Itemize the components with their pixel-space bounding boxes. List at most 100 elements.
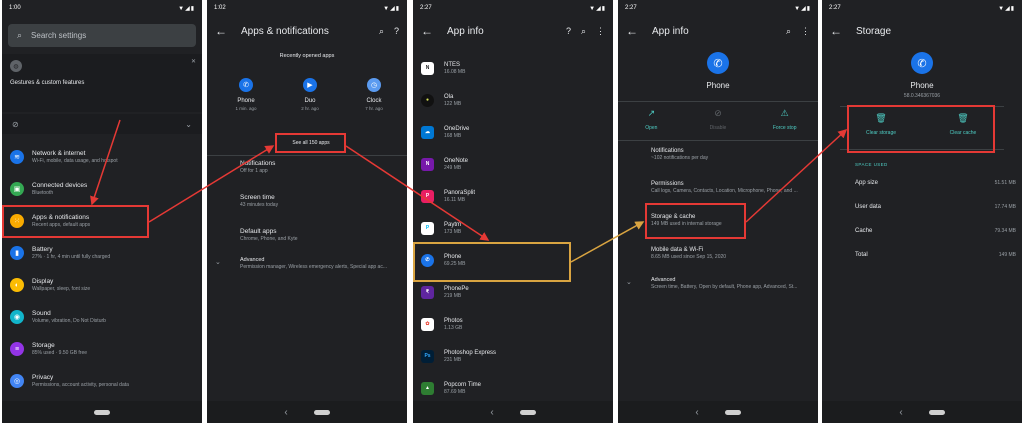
chevron-down-icon[interactable]: ⌄ [185,120,192,129]
search-settings-bar[interactable]: ⌕ Search settings [8,24,196,47]
highlight-phone-app [413,242,571,282]
open-button[interactable]: ↗ Open [618,102,685,140]
advanced-title: Advanced [651,277,676,283]
settings-item[interactable]: ≋ Network & internet Wi-Fi, mobile, data u… [2,141,202,173]
help-icon[interactable]: ? [566,26,571,37]
recent-app-name: Phone [237,98,255,104]
app-name: Photos [444,317,463,324]
recent-app[interactable]: ▶ Duo 2 hr. ago [287,78,333,111]
settings-item-title: Connected devices [32,181,88,189]
app-icon: P [421,189,434,203]
installed-apps-list: N NTES 16.08 MB ● Ola 122 MB ☁ OneDrive 168 MB N O… [413,52,613,404]
search-icon[interactable]: ⌕ [379,26,384,37]
more-options-icon[interactable]: ⋮ [596,26,605,37]
back-arrow-icon[interactable]: ← [215,24,233,38]
advanced-row[interactable]: ⌄ Advanced Screen time, Battery, Open by… [626,276,814,291]
app-list-item[interactable]: N OneNote 249 MB [413,148,613,180]
home-handle[interactable] [724,409,741,415]
home-handle[interactable] [313,409,330,415]
app-name: Ola [444,93,454,100]
chevron-down-icon: ⌄ [215,259,221,266]
settings-item-title: Storage [32,341,55,349]
status-bar: 2:27 ▼◢▮ [822,0,1022,17]
status-bar: 2:27 ▼◢▮ [618,0,818,17]
app-icon: N [421,61,434,75]
nav-back-icon[interactable]: ‹ [490,407,493,418]
settings-item[interactable]: ◐ Display Wallpaper, sleep, font size [2,269,202,301]
sound-icon: ◉ [10,310,24,324]
recent-app[interactable]: ✆ Phone 1 min. ago [223,78,269,111]
page-title: Storage [856,25,892,37]
highlight-see-all-apps [275,133,346,153]
app-list-screen: 2:27 ▼◢▮ ← App info ? ⌕ ⋮ N NTES 16.08 MB ●… [413,0,613,423]
app-icon: ◷ [367,78,381,92]
list-item[interactable]: Screen time 43 minutes today [240,194,403,228]
advanced-title: Advanced [240,257,265,263]
list-item[interactable]: Notifications Off for 1 app [240,160,403,194]
home-handle[interactable] [928,409,945,415]
advanced-subtitle: Permission manager, Wireless emergency a… [240,264,388,270]
list-item-subtitle: 43 minutes today [240,202,279,208]
help-icon[interactable]: ? [394,26,399,37]
space-value: 17.74 MB [994,204,1016,210]
app-list-item[interactable]: ✿ Photos 1.13 GB [413,308,613,340]
force-stop-button[interactable]: ⚠ Force stop [751,102,818,140]
back-arrow-icon[interactable]: ← [421,24,439,38]
close-icon[interactable]: ✕ [191,58,196,65]
back-arrow-icon[interactable]: ← [626,24,644,38]
search-icon[interactable]: ⌕ [786,26,791,37]
app-list-item[interactable]: P PanoraSplit 16.11 MB [413,180,613,212]
back-arrow-icon[interactable]: ← [830,24,848,38]
app-size: 122 MB [444,100,462,107]
app-name: Paytm [444,221,462,228]
app-list-item[interactable]: ● Ola 122 MB [413,84,613,116]
app-list-item[interactable]: ▲ Popcorn Time 87.69 MB [413,372,613,404]
app-bar: ← Storage [822,18,1022,44]
app-name: PhonePe [444,285,469,292]
app-list-item[interactable]: P Paytm 173 MB [413,212,613,244]
recent-apps: ✆ Phone 1 min. ago ▶ Duo 2 hr. ago ◷ Clock 7 hr.… [223,78,397,111]
recent-app[interactable]: ◷ Clock 7 hr. ago [351,78,397,111]
search-app-icon[interactable]: ⌕ [581,26,586,37]
settings-item[interactable]: ◉ Sound Volume, vibration, Do Not Disturb [2,301,202,333]
status-time: 1:02 [214,5,226,11]
home-handle[interactable] [94,409,110,415]
status-bar: 1:00 ▼◢▮ [2,0,202,17]
privacy-icon: ◎ [10,374,24,388]
settings-item-subtitle: Volume, vibration, Do Not Disturb [32,317,106,324]
storage-icon: ≡ [10,342,24,356]
app-bar: ← App info ? ⌕ ⋮ [413,18,613,44]
disable-button[interactable]: ⊘ Disable [685,102,752,140]
settings-item-title: Privacy [32,373,54,381]
app-version: 58.0.346367036 [903,93,941,99]
app-list-item[interactable]: Ps Photoshop Express 231 MB [413,340,613,372]
settings-item[interactable]: ≡ Storage 85% used · 9.50 GB free [2,333,202,365]
app-info-item[interactable]: Mobile data & Wi-Fi 8.65 MB used since Se… [651,246,814,279]
action-label: Force stop [772,125,797,131]
app-name: NTES [444,61,461,68]
recent-app-time: 1 min. ago [235,106,257,111]
app-info-item[interactable]: Notifications ~102 notifications per day [651,147,814,180]
settings-item[interactable]: ◎ Privacy Permissions, account activity, p… [2,365,202,397]
divider [207,155,407,156]
more-options-icon[interactable]: ⋮ [801,26,810,37]
list-item-title: Default apps [240,228,277,235]
nav-back-icon[interactable]: ‹ [899,407,902,418]
advanced-subtitle: Screen time, Battery, Open by default, P… [651,284,798,290]
gesture-icon: ◍ [10,60,22,72]
home-handle[interactable] [519,409,536,415]
space-value: 79.34 MB [994,228,1016,234]
app-list-item[interactable]: N NTES 16.08 MB [413,52,613,84]
conditional-row[interactable]: ⊘ ⌄ [2,114,202,134]
app-icon: ☁ [421,125,434,139]
space-value: 51.51 MB [994,180,1016,186]
app-list-item[interactable]: ☁ OneDrive 168 MB [413,116,613,148]
nav-back-icon[interactable]: ‹ [695,407,698,418]
settings-item[interactable]: ▣ Connected devices Bluetooth [2,173,202,205]
advanced-row[interactable]: ⌄ Advanced Permission manager, Wireless … [215,256,403,271]
nav-back-icon[interactable]: ‹ [284,407,287,418]
settings-item[interactable]: ▮ Battery 27% · 1 hr, 4 min until fully ch… [2,237,202,269]
suggestion-card[interactable]: ◍ Gestures & custom features ✕ [2,54,202,112]
search-icon: ⌕ [17,30,23,40]
notifications-off-icon: ⊘ [12,119,19,129]
